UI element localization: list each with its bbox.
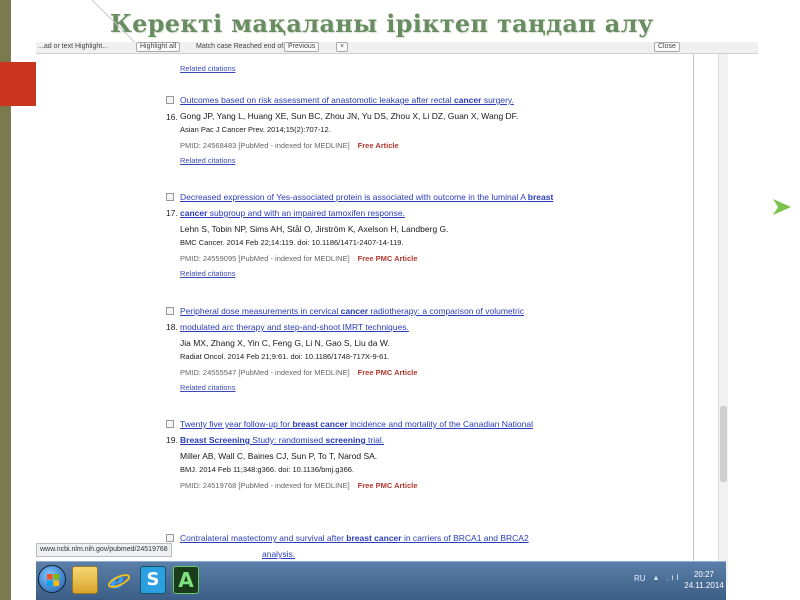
result-title-link-cont[interactable]: Breast Screening Study: randomised scree…: [180, 435, 384, 445]
slide-title: Керекті мақаланы іріктеп таңдап алу: [110, 9, 654, 38]
result-journal: BMC Cancer. 2014 Feb 22;14:119. doi: 10.…: [180, 238, 404, 247]
highlight-all-button[interactable]: Highlight all: [136, 42, 181, 52]
result-number: 16.: [166, 112, 178, 122]
language-indicator[interactable]: RU: [634, 574, 646, 583]
result-item: Contralateral mastectomy and survival af…: [180, 530, 720, 562]
free-pmc-article-link[interactable]: Free PMC Article: [358, 368, 418, 377]
result-title-link[interactable]: Twenty five year follow-up for breast ca…: [180, 419, 533, 429]
result-item: Decreased expression of Yes-associated p…: [180, 189, 720, 280]
related-citations-link[interactable]: Related citations: [180, 382, 720, 394]
windows-start-icon[interactable]: [38, 565, 66, 593]
result-authors: Jia MX, Zhang X, Yin C, Feng G, Li N, Ga…: [180, 338, 390, 348]
tray-icons[interactable]: ▴ .ıl: [654, 573, 681, 582]
related-citations-link[interactable]: Related citations: [180, 64, 235, 73]
result-title-link-cont[interactable]: modulated arc therapy and step-and-shoot…: [180, 322, 409, 332]
result-title-link[interactable]: Peripheral dose measurements in cervical…: [180, 306, 524, 316]
result-authors: Gong JP, Yang L, Huang XE, Sun BC, Zhou …: [180, 111, 519, 121]
close-find-icon[interactable]: ×: [336, 42, 349, 52]
previous-button[interactable]: Previous: [284, 42, 320, 52]
result-number: 19.: [166, 435, 178, 445]
result-number: 18.: [166, 322, 178, 332]
result-checkbox[interactable]: [166, 193, 174, 201]
result-title-link-cont[interactable]: cancer subgroup and with an impaired tam…: [180, 208, 405, 218]
close-button[interactable]: Close: [654, 42, 680, 52]
result-authors: Miller AB, Wall C, Baines CJ, Sun P, To …: [180, 451, 378, 461]
related-citations-link[interactable]: Related citations: [180, 155, 720, 167]
free-pmc-article-link[interactable]: Free PMC Article: [358, 481, 418, 490]
result-title-link[interactable]: Decreased expression of Yes-associated p…: [180, 192, 553, 202]
free-article-link[interactable]: Free Article: [358, 141, 399, 150]
free-pmc-article-link[interactable]: Free PMC Article: [358, 254, 418, 263]
result-item: Outcomes based on risk assessment of ana…: [180, 92, 720, 167]
result-list: Related citations: [180, 60, 720, 77]
windows-taskbar: e S A RU ▴ .ıl 20:27 24.11.2014: [36, 561, 726, 600]
scrollbar-thumb[interactable]: [720, 406, 727, 482]
result-item: Twenty five year follow-up for breast ca…: [180, 416, 720, 495]
result-authors: Lehn S, Tobin NP, Sims AH, Stål O, Jirst…: [180, 224, 449, 234]
result-checkbox[interactable]: [166, 96, 174, 104]
result-checkbox[interactable]: [166, 534, 174, 542]
result-checkbox[interactable]: [166, 420, 174, 428]
result-pmid: PMID: 24568483 [PubMed - indexed for MED…: [180, 141, 350, 150]
clock-time: 20:27: [693, 570, 715, 579]
related-citations-link[interactable]: Related citations: [180, 268, 720, 280]
result-number: 17.: [166, 208, 178, 218]
skype-icon[interactable]: S: [140, 566, 166, 594]
find-text: ...ad or text Highlight...: [38, 43, 109, 50]
result-pmid: PMID: 24555547 [PubMed - indexed for MED…: [180, 368, 350, 377]
windows-logo-icon: [47, 574, 59, 586]
result-title-link-cont[interactable]: analysis.: [262, 549, 295, 559]
browser-screenshot: ...ad or text Highlight... Highlight all…: [36, 42, 758, 600]
result-title-link[interactable]: Contralateral mastectomy and survival af…: [180, 533, 529, 543]
result-pmid: PMID: 24519768 [PubMed - indexed for MED…: [180, 481, 350, 490]
clock-date: 24.11.2014: [684, 581, 724, 590]
result-journal: BMJ. 2014 Feb 11;348:g366. doi: 10.1136/…: [180, 465, 355, 474]
result-item: Peripheral dose measurements in cervical…: [180, 303, 720, 394]
result-checkbox[interactable]: [166, 307, 174, 315]
result-title-link[interactable]: Outcomes based on risk assessment of ana…: [180, 95, 514, 105]
app-a-icon[interactable]: A: [173, 566, 199, 594]
find-status: Match case Reached end of...: [196, 43, 289, 50]
green-arrow-icon: [773, 199, 791, 215]
status-bar-url: www.ncbi.nlm.nih.gov/pubmed/24519768: [36, 543, 172, 557]
folder-icon[interactable]: [72, 566, 98, 594]
find-toolbar: ...ad or text Highlight... Highlight all…: [36, 42, 758, 54]
taskbar-clock[interactable]: 20:27 24.11.2014: [684, 569, 724, 591]
result-journal: Radiat Oncol. 2014 Feb 21;9:61. doi: 10.…: [180, 352, 390, 361]
internet-explorer-icon[interactable]: e: [106, 566, 132, 594]
slide-red-accent: [0, 62, 38, 106]
result-pmid: PMID: 24559095 [PubMed - indexed for MED…: [180, 254, 350, 263]
result-journal: Asian Pac J Cancer Prev. 2014;15(2):707-…: [180, 125, 331, 134]
